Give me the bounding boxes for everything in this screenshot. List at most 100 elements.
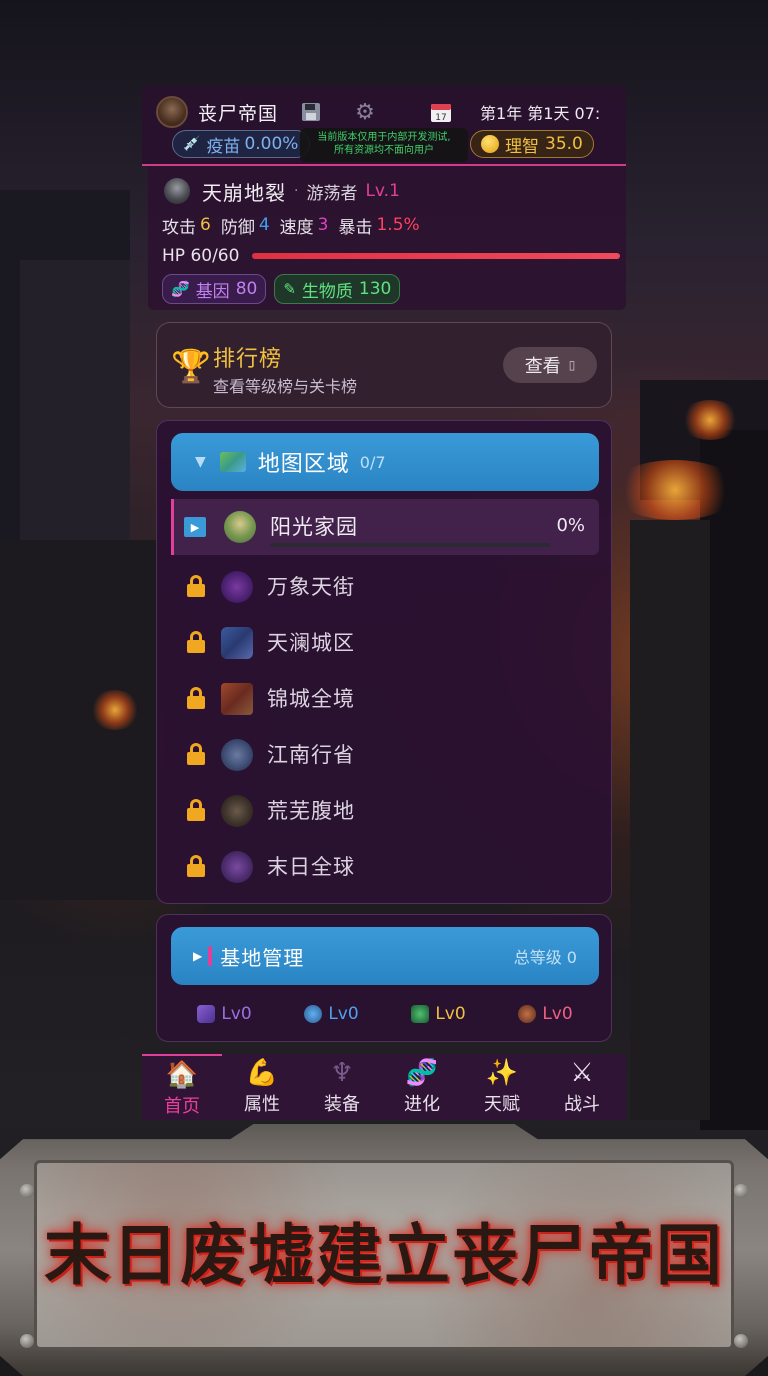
region-thumbnail [221,851,253,883]
play-icon: ▶ [193,949,203,963]
region-thumbnail [224,511,256,543]
lock-icon [187,855,205,877]
chevron-right-icon: ▯ [568,358,576,372]
region-progress: 0% [556,515,585,536]
tab-home[interactable]: 🏠 首页 [142,1054,222,1120]
map-regions-panel: ▼ 地图区域 0/7 ▶ 阳光家园 0% 万象天街 天澜城区 锦城全境 江南行省… [156,420,612,904]
app-panel: 丧尸帝国 ⚙ 17 第1年 第1天 07: 💉 疫苗 0.00% 当前版本仅用于… [142,86,626,1122]
region-name: 锦城全境 [267,687,355,711]
svg-text:17: 17 [435,113,446,123]
banner-slogan: 末日废墟建立丧尸帝国 [44,1217,724,1294]
leaderboard-card[interactable]: 🏆 排行榜 查看等级榜与关卡榜 查看 ▯ [156,322,612,408]
player-avatar[interactable] [164,178,190,204]
base-facility-1[interactable]: Lv0 [197,1004,252,1024]
dev-notice-line1: 当前版本仅用于内部开发测试, [317,132,451,143]
facility-level: Lv0 [435,1004,466,1024]
region-row-active[interactable]: ▶ 阳光家园 0% [171,499,599,555]
empire-avatar[interactable] [156,96,188,128]
base-facility-2[interactable]: Lv0 [304,1004,359,1024]
lock-icon [187,631,205,653]
base-management-header[interactable]: ▶ 基地管理 总等级 0 [171,927,599,985]
region-name: 荒芜腹地 [267,799,355,823]
tab-attributes[interactable]: 💪 属性 [222,1054,302,1120]
rivet-icon [20,1334,34,1348]
region-row-locked[interactable]: 荒芜腹地 [171,783,599,839]
caret-down-icon: ▼ [195,454,206,470]
crit-label: 暴击 [338,217,373,238]
map-regions-header[interactable]: ▼ 地图区域 0/7 [171,433,599,491]
tab-equipment[interactable]: ♆ 装备 [302,1054,382,1120]
tab-evolution[interactable]: 🧬 进化 [382,1054,462,1120]
biomass-resource[interactable]: ✎ 生物质 130 [274,274,401,304]
leaderboard-title: 排行榜 [213,347,283,372]
coin-icon [481,135,499,153]
dna-icon: 🧬 [405,1058,439,1088]
nest-icon [518,1005,537,1023]
lock-icon [187,743,205,765]
hp-bar [252,253,620,259]
region-thumbnail [221,571,253,603]
armor-icon: ♆ [330,1058,354,1088]
sanity-value: 35.0 [545,134,583,154]
base-facility-4[interactable]: Lv0 [518,1004,573,1024]
base-management-panel: ▶ 基地管理 总等级 0 Lv0 Lv0 Lv0 Lv0 [156,914,612,1042]
defense-value: 4 [258,215,270,235]
view-leaderboard-button[interactable]: 查看 ▯ [503,347,597,383]
region-name: 万象天街 [267,575,355,599]
region-name: 天澜城区 [267,631,355,655]
tab-talent[interactable]: ✨ 天赋 [462,1054,542,1120]
player-name: 天崩地裂 [202,180,286,205]
region-thumbnail [221,683,253,715]
facility-level: Lv0 [221,1004,252,1024]
promo-banner: 末日废墟建立丧尸帝国 [0,1124,768,1376]
gear-icon[interactable]: ⚙ [352,99,378,125]
sanity-label: 理智 [505,136,539,157]
play-icon: ▶ [184,517,206,537]
tab-label: 天赋 [484,1094,520,1115]
separator-dot: · [294,183,299,199]
region-name: 末日全球 [267,855,355,879]
lock-icon [187,799,205,821]
tab-battle[interactable]: ⚔ 战斗 [542,1054,622,1120]
region-thumbnail [221,795,253,827]
dev-notice-line2: 所有资源均不面向用户 [334,145,434,156]
player-card: 天崩地裂 · 游荡者 Lv.1 攻击 6 防御 4 速度 3 暴击 1.5% H… [148,166,626,310]
biomass-label: 生物质 [301,281,353,302]
dna-icon: 🧬 [171,280,190,298]
house-icon: 🏠 [165,1060,199,1090]
gene-label: 基因 [195,281,230,302]
tab-label: 进化 [404,1094,440,1115]
sparkles-icon: ✨ [485,1058,519,1088]
syringe-icon: 💉 [183,136,201,152]
base-facility-3[interactable]: Lv0 [411,1004,466,1024]
save-icon[interactable] [298,99,324,125]
vaccine-pill[interactable]: 💉 疫苗 0.00% [172,130,310,158]
vaccine-label: 疫苗 [206,136,241,157]
bottom-tab-bar: 🏠 首页 💪 属性 ♆ 装备 🧬 进化 ✨ 天赋 ⚔ 战斗 [142,1054,626,1120]
region-row-locked[interactable]: 江南行省 [171,727,599,783]
recycle-icon [411,1005,430,1023]
sanity-pill[interactable]: 理智 35.0 [470,130,594,158]
view-button-label: 查看 [524,356,561,377]
defense-label: 防御 [220,217,255,238]
biomass-value: 130 [358,279,392,299]
calendar-icon[interactable]: 17 [428,99,454,125]
region-row-locked[interactable]: 万象天街 [171,559,599,615]
base-total-level: 总等级 0 [513,948,577,967]
radar-icon [304,1005,323,1023]
player-title: 游荡者 [306,183,358,204]
attack-value: 6 [200,215,211,235]
map-regions-title: 地图区域 [257,452,350,477]
tab-label: 属性 [244,1094,280,1115]
muscle-icon: 💪 [245,1058,279,1088]
tab-label: 战斗 [564,1094,600,1115]
region-row-locked[interactable]: 锦城全境 [171,671,599,727]
region-row-locked[interactable]: 末日全球 [171,839,599,895]
region-row-locked[interactable]: 天澜城区 [171,615,599,671]
crit-value: 1.5% [376,215,420,235]
lab-icon [197,1005,216,1023]
base-management-title: 基地管理 [220,945,305,970]
accent-bar [208,946,213,966]
gene-resource[interactable]: 🧬 基因 80 [162,274,267,304]
rivet-icon [734,1334,748,1348]
